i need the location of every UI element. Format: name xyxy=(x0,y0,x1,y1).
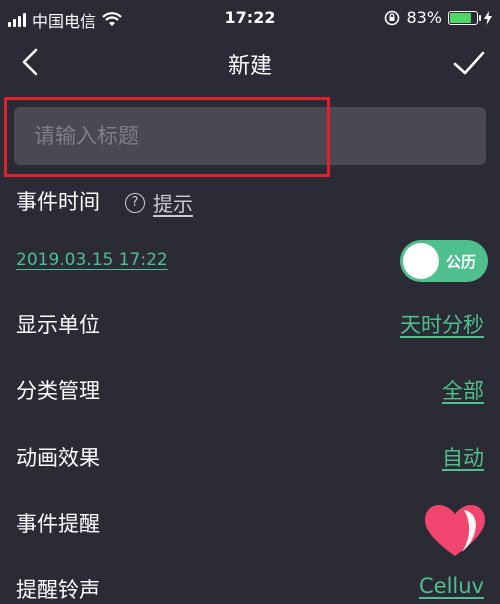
ringtone-label: 提醒铃声 xyxy=(16,578,100,602)
reminder-label: 事件提醒 xyxy=(16,512,100,536)
animation-label: 动画效果 xyxy=(16,446,100,470)
orientation-lock-icon xyxy=(385,10,400,25)
title-input-container xyxy=(14,107,486,165)
status-bar: 中国电信 17:22 83% xyxy=(0,0,500,36)
toggle-knob xyxy=(403,243,439,279)
confirm-check-icon[interactable] xyxy=(452,48,486,78)
category-value[interactable]: 全部 xyxy=(442,375,484,405)
calendar-type-toggle[interactable]: 公历 xyxy=(400,240,488,282)
event-time-label: 事件时间 xyxy=(16,190,100,214)
question-circle-icon: ? xyxy=(125,192,145,213)
category-label: 分类管理 xyxy=(16,379,100,403)
animation-value[interactable]: 自动 xyxy=(442,442,484,472)
display-unit-label: 显示单位 xyxy=(16,313,100,337)
battery-icon xyxy=(448,10,481,25)
event-date-link[interactable]: 2019.03.15 17:22 xyxy=(16,250,168,270)
display-unit-value[interactable]: 天时分秒 xyxy=(400,309,484,339)
toggle-label: 公历 xyxy=(445,253,476,271)
battery-level xyxy=(450,12,472,23)
battery-percent: 83% xyxy=(406,8,442,27)
ringtone-value[interactable]: Celluv xyxy=(419,574,484,598)
heart-icon[interactable] xyxy=(420,500,490,560)
status-right: 83% xyxy=(384,8,492,27)
charging-icon xyxy=(484,10,492,25)
hint-link[interactable]: 提示 xyxy=(153,188,193,217)
title-input[interactable] xyxy=(14,107,486,165)
page-title: 新建 xyxy=(227,54,272,79)
nav-bar: 新建 xyxy=(0,36,500,88)
hint-wrap[interactable]: ? 提示 xyxy=(125,188,193,217)
